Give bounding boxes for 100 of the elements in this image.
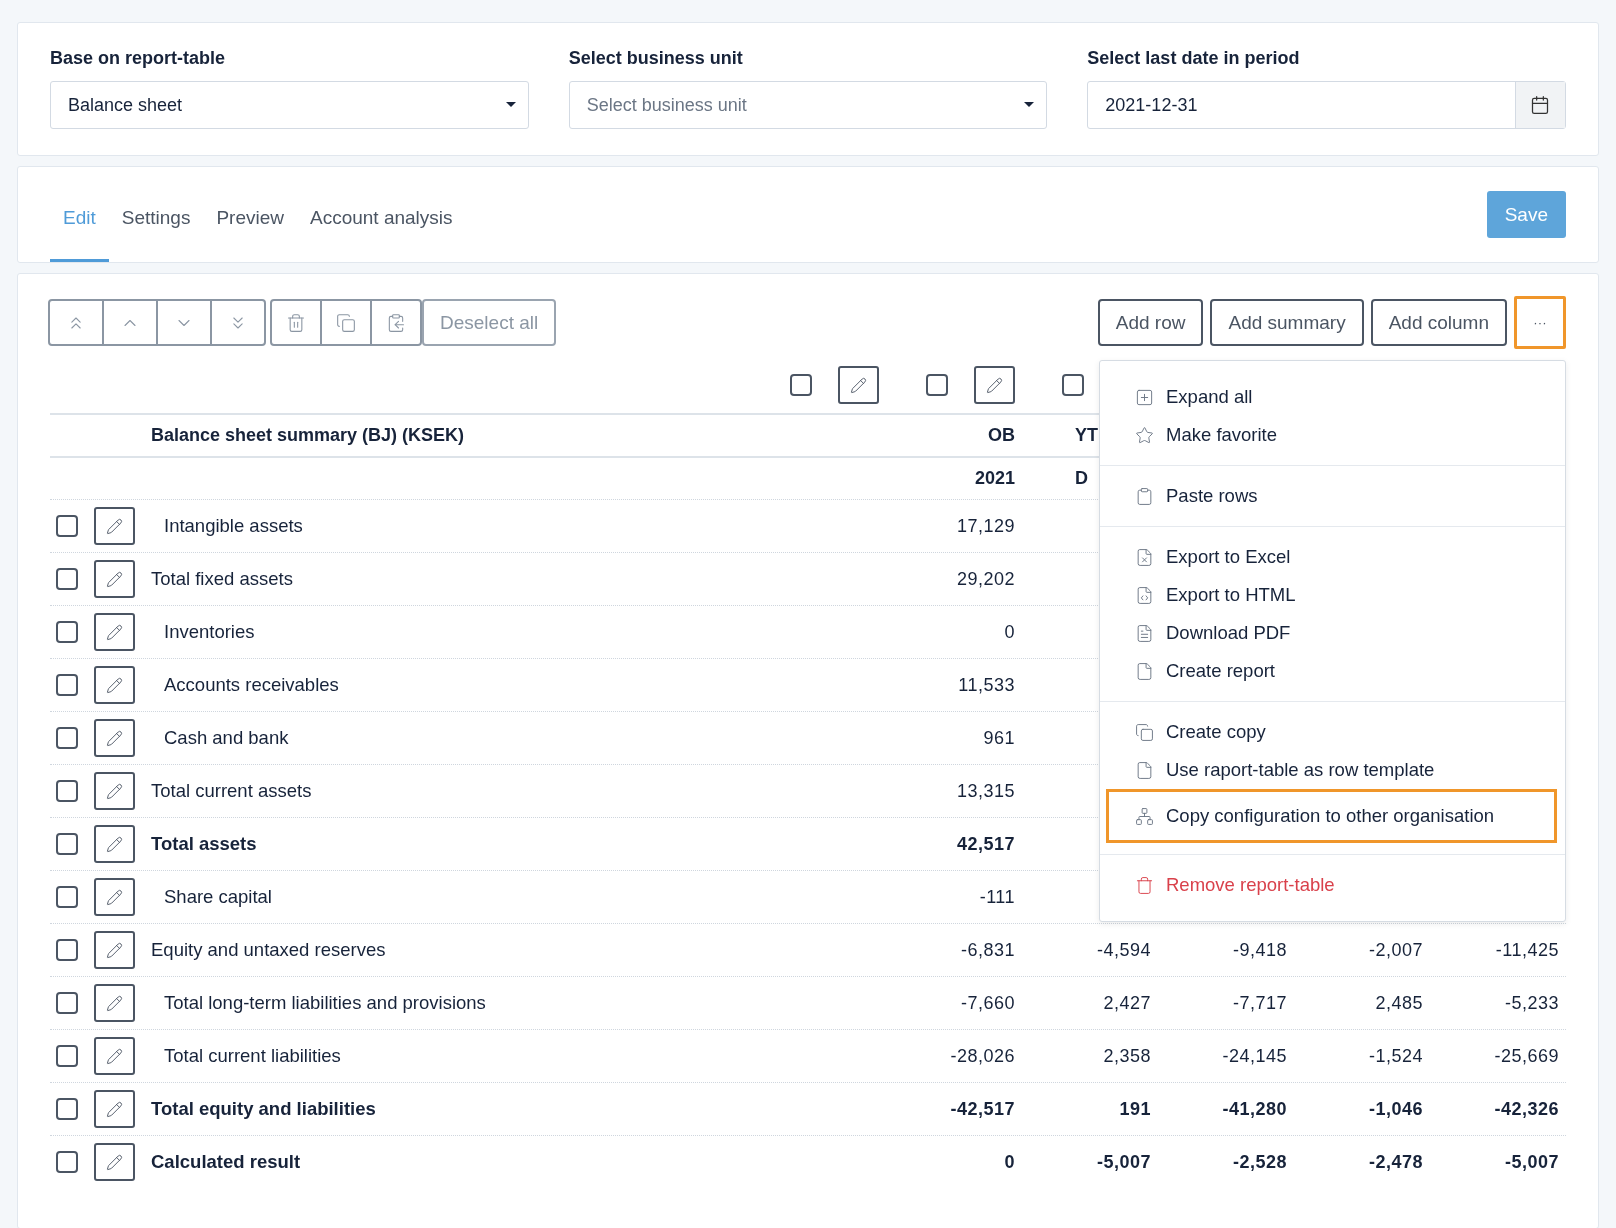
date-field[interactable]: 2021-12-31 [1087, 81, 1566, 129]
checkbox[interactable] [56, 568, 78, 590]
calendar-icon[interactable] [1515, 82, 1565, 128]
edit-button[interactable] [94, 878, 135, 916]
table-cell-text: -4,594 [1095, 939, 1151, 961]
table-cell-text: -2,528 [1231, 1151, 1287, 1173]
table-cell-text: -5,007 [1503, 1151, 1559, 1173]
pencil-icon [106, 1047, 123, 1065]
move-down-icon[interactable] [156, 299, 212, 346]
edit-button[interactable] [94, 1143, 135, 1181]
edit-button[interactable] [94, 1090, 135, 1128]
table-cell-text: -2,478 [1367, 1151, 1423, 1173]
menu-item[interactable]: Make favorite [1106, 416, 1557, 454]
checkbox[interactable] [56, 1151, 78, 1173]
row-label: Total current assets [150, 780, 313, 802]
date-value: 2021-12-31 [1105, 94, 1198, 116]
copy-icon[interactable] [320, 299, 372, 346]
action-button[interactable]: Add row [1097, 299, 1204, 346]
pencil-icon [850, 376, 867, 394]
column-header: OB [988, 425, 1015, 446]
trash-icon[interactable] [270, 299, 322, 346]
menu-item-icon [1135, 806, 1154, 826]
edit-button[interactable] [94, 507, 135, 545]
pencil-icon [106, 782, 123, 800]
edit-button[interactable] [94, 719, 135, 757]
move-top-icon[interactable] [48, 299, 104, 346]
tab[interactable]: Account analysis [297, 207, 466, 262]
edit-button[interactable] [94, 772, 135, 810]
menu-item[interactable]: Copy configuration to other organisation [1106, 789, 1557, 843]
menu-item-icon [1135, 486, 1154, 506]
pencil-icon [106, 729, 123, 747]
column-subheader: D [1075, 468, 1088, 489]
row-label: Total long-term liabilities and provisions [163, 992, 487, 1014]
table-cell-text: 42,517 [955, 833, 1015, 855]
paste-icon[interactable] [370, 299, 422, 346]
edit-button[interactable] [94, 1037, 135, 1075]
menu-item[interactable]: Export to Excel [1106, 538, 1557, 576]
table-cell-text: -7,717 [1231, 992, 1287, 1014]
column-header: YT [1075, 425, 1098, 446]
field-label: Select last date in period [1087, 48, 1301, 69]
checkbox[interactable] [56, 780, 78, 802]
menu-item-icon [1135, 875, 1154, 895]
move-up-icon[interactable] [102, 299, 158, 346]
checkbox[interactable] [56, 1098, 78, 1120]
action-button[interactable]: Add summary [1210, 299, 1364, 346]
select-field[interactable]: Select business unit [568, 81, 1048, 129]
row-label: Share capital [163, 886, 273, 908]
menu-item[interactable]: Export to HTML [1106, 576, 1557, 614]
menu-item[interactable]: Create report [1106, 652, 1557, 690]
pencil-icon [106, 1100, 123, 1118]
table-cell-text: 2,485 [1374, 992, 1423, 1014]
table-cell-text: 961 [982, 727, 1015, 749]
edit-button[interactable] [838, 366, 879, 404]
menu-item[interactable]: Use raport-table as row template [1106, 751, 1557, 789]
row-label: Equity and untaxed reserves [150, 939, 387, 961]
menu-item[interactable]: Paste rows [1106, 477, 1557, 515]
tab[interactable]: Settings [108, 207, 204, 262]
menu-item[interactable]: Remove report-table [1106, 866, 1557, 904]
table-cell-text: -7,660 [959, 992, 1015, 1014]
checkbox[interactable] [790, 374, 812, 396]
checkbox[interactable] [56, 939, 78, 961]
checkbox[interactable] [926, 374, 948, 396]
action-button[interactable]: Add column [1370, 299, 1507, 346]
menu-item-icon [1135, 623, 1154, 643]
pencil-icon [106, 676, 123, 694]
checkbox[interactable] [56, 515, 78, 537]
checkbox[interactable] [56, 727, 78, 749]
checkbox[interactable] [1062, 374, 1084, 396]
table-cell-text: 0 [1003, 621, 1015, 643]
checkbox[interactable] [56, 674, 78, 696]
table-cell-text: -41,280 [1221, 1098, 1287, 1120]
edit-button[interactable] [94, 931, 135, 969]
edit-button[interactable] [94, 560, 135, 598]
more-button[interactable]: ··· [1514, 296, 1566, 349]
table-cell-text: -6,831 [959, 939, 1015, 961]
edit-button[interactable] [94, 825, 135, 863]
field-label: Base on report-table [50, 48, 227, 69]
checkbox[interactable] [56, 886, 78, 908]
select-field[interactable]: Balance sheet [50, 81, 529, 129]
edit-button[interactable] [94, 613, 135, 651]
menu-item[interactable]: Create copy [1106, 713, 1557, 751]
row-label: Intangible assets [163, 515, 304, 537]
row-label: Cash and bank [163, 727, 290, 749]
checkbox[interactable] [56, 833, 78, 855]
table-cell-text: -1,524 [1367, 1045, 1423, 1067]
move-bottom-icon[interactable] [210, 299, 266, 346]
checkbox[interactable] [56, 992, 78, 1014]
edit-button[interactable] [974, 366, 1015, 404]
checkbox[interactable] [56, 621, 78, 643]
edit-button[interactable] [94, 666, 135, 704]
row-label: Inventories [163, 621, 256, 643]
menu-item[interactable]: Expand all [1106, 378, 1557, 416]
table-cell-text: -42,326 [1493, 1098, 1559, 1120]
edit-button[interactable] [94, 984, 135, 1022]
tab[interactable]: Preview [203, 207, 297, 262]
table-cell-text: -5,233 [1503, 992, 1559, 1014]
menu-item[interactable]: Download PDF [1106, 614, 1557, 652]
menu-item-icon [1135, 425, 1154, 445]
table-cell-text: -2,007 [1367, 939, 1423, 961]
checkbox[interactable] [56, 1045, 78, 1067]
